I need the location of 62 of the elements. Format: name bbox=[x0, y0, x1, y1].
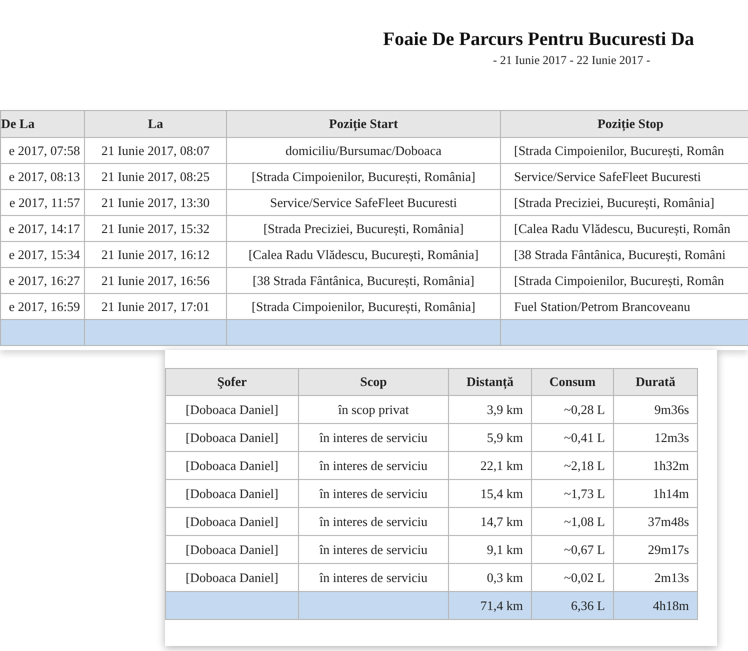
table-cell: în interes de serviciu bbox=[298, 480, 448, 508]
table-cell: 9m36s bbox=[614, 396, 698, 424]
table-cell: [Doboaca Daniel] bbox=[166, 424, 298, 452]
table-cell: [Doboaca Daniel] bbox=[166, 480, 298, 508]
column-header: Distanță bbox=[448, 368, 532, 396]
column-header: Şofer bbox=[166, 368, 298, 396]
table-cell: în interes de serviciu bbox=[298, 424, 448, 452]
table-cell: [Doboaca Daniel] bbox=[166, 508, 298, 536]
table-cell: ~0,28 L bbox=[532, 396, 614, 424]
table-cell: 37m48s bbox=[614, 508, 698, 536]
table-cell: 22,1 km bbox=[448, 452, 532, 480]
table-cell: 12m3s bbox=[614, 424, 698, 452]
table-cell: Service/Service SafeFleet Bucuresti bbox=[226, 190, 500, 216]
table-cell: în scop privat bbox=[298, 396, 448, 424]
report-subtitle: - 21 Iunie 2017 - 22 Iunie 2017 - bbox=[492, 52, 652, 68]
table-cell: [Doboaca Daniel] bbox=[166, 452, 298, 480]
table-cell: e 2017, 15:34 bbox=[0, 242, 84, 268]
table-cell: 14,7 km bbox=[448, 508, 532, 536]
table-cell: în interes de serviciu bbox=[298, 452, 448, 480]
table-cell: 1h14m bbox=[614, 480, 698, 508]
table-cell: 9,1 km bbox=[448, 536, 532, 564]
table-cell: ~0,41 L bbox=[532, 424, 614, 452]
column-header: La bbox=[84, 110, 226, 138]
column-header: Consum bbox=[532, 368, 614, 396]
table-cell: e 2017, 16:27 bbox=[0, 268, 84, 294]
table-cell: [Calea Radu Vlădescu, București, România] bbox=[226, 242, 500, 268]
table-cell: 21 Iunie 2017, 08:25 bbox=[84, 164, 226, 190]
table-cell: 21 Iunie 2017, 08:07 bbox=[84, 138, 226, 164]
table-cell: ~1,08 L bbox=[532, 508, 614, 536]
column-header: Scop bbox=[298, 368, 448, 396]
report-title: Foaie De Parcurs Pentru Bucuresti Da bbox=[383, 28, 696, 52]
table-cell: [Strada Cimpoienilor, București, România] bbox=[226, 164, 500, 190]
column-header: De La bbox=[0, 110, 84, 138]
table-cell: 15,4 km bbox=[448, 480, 532, 508]
table-cell: domiciliu/Bursumac/Doboaca bbox=[226, 138, 500, 164]
column-header: Poziție Stop bbox=[500, 110, 748, 138]
table-cell: ~2,18 L bbox=[532, 452, 614, 480]
table-cell: [Doboaca Daniel] bbox=[166, 396, 298, 424]
table-cell: [Doboaca Daniel] bbox=[166, 536, 298, 564]
table-cell: ~0,67 L bbox=[532, 536, 614, 564]
column-header: Poziție Start bbox=[226, 110, 500, 138]
table-cell: 21 Iunie 2017, 16:56 bbox=[84, 268, 226, 294]
table-cell: [38 Strada Fântânica, București, România] bbox=[226, 268, 500, 294]
table-cell: în interes de serviciu bbox=[298, 536, 448, 564]
table-cell: e 2017, 14:17 bbox=[0, 216, 84, 242]
table-cell: 29m17s bbox=[614, 536, 698, 564]
column-header: Durată bbox=[614, 368, 698, 396]
table-cell: [Strada Preciziei, București, România] bbox=[226, 216, 500, 242]
table-cell: e 2017, 08:13 bbox=[0, 164, 84, 190]
table-cell: e 2017, 07:58 bbox=[0, 138, 84, 164]
table-cell: în interes de serviciu bbox=[298, 508, 448, 536]
table-cell: 6,36 L bbox=[532, 592, 614, 620]
table-cell: e 2017, 11:57 bbox=[0, 190, 84, 216]
table-cell: 3,9 km bbox=[448, 396, 532, 424]
table-cell: 4h18m bbox=[614, 592, 698, 620]
table-cell: 21 Iunie 2017, 16:12 bbox=[84, 242, 226, 268]
table-cell: 71,4 km bbox=[448, 592, 532, 620]
table-cell: 21 Iunie 2017, 15:32 bbox=[84, 216, 226, 242]
table-cell: 1h32m bbox=[614, 452, 698, 480]
table-cell: 21 Iunie 2017, 13:30 bbox=[84, 190, 226, 216]
table-cell: ~1,73 L bbox=[532, 480, 614, 508]
table-cell: 5,9 km bbox=[448, 424, 532, 452]
